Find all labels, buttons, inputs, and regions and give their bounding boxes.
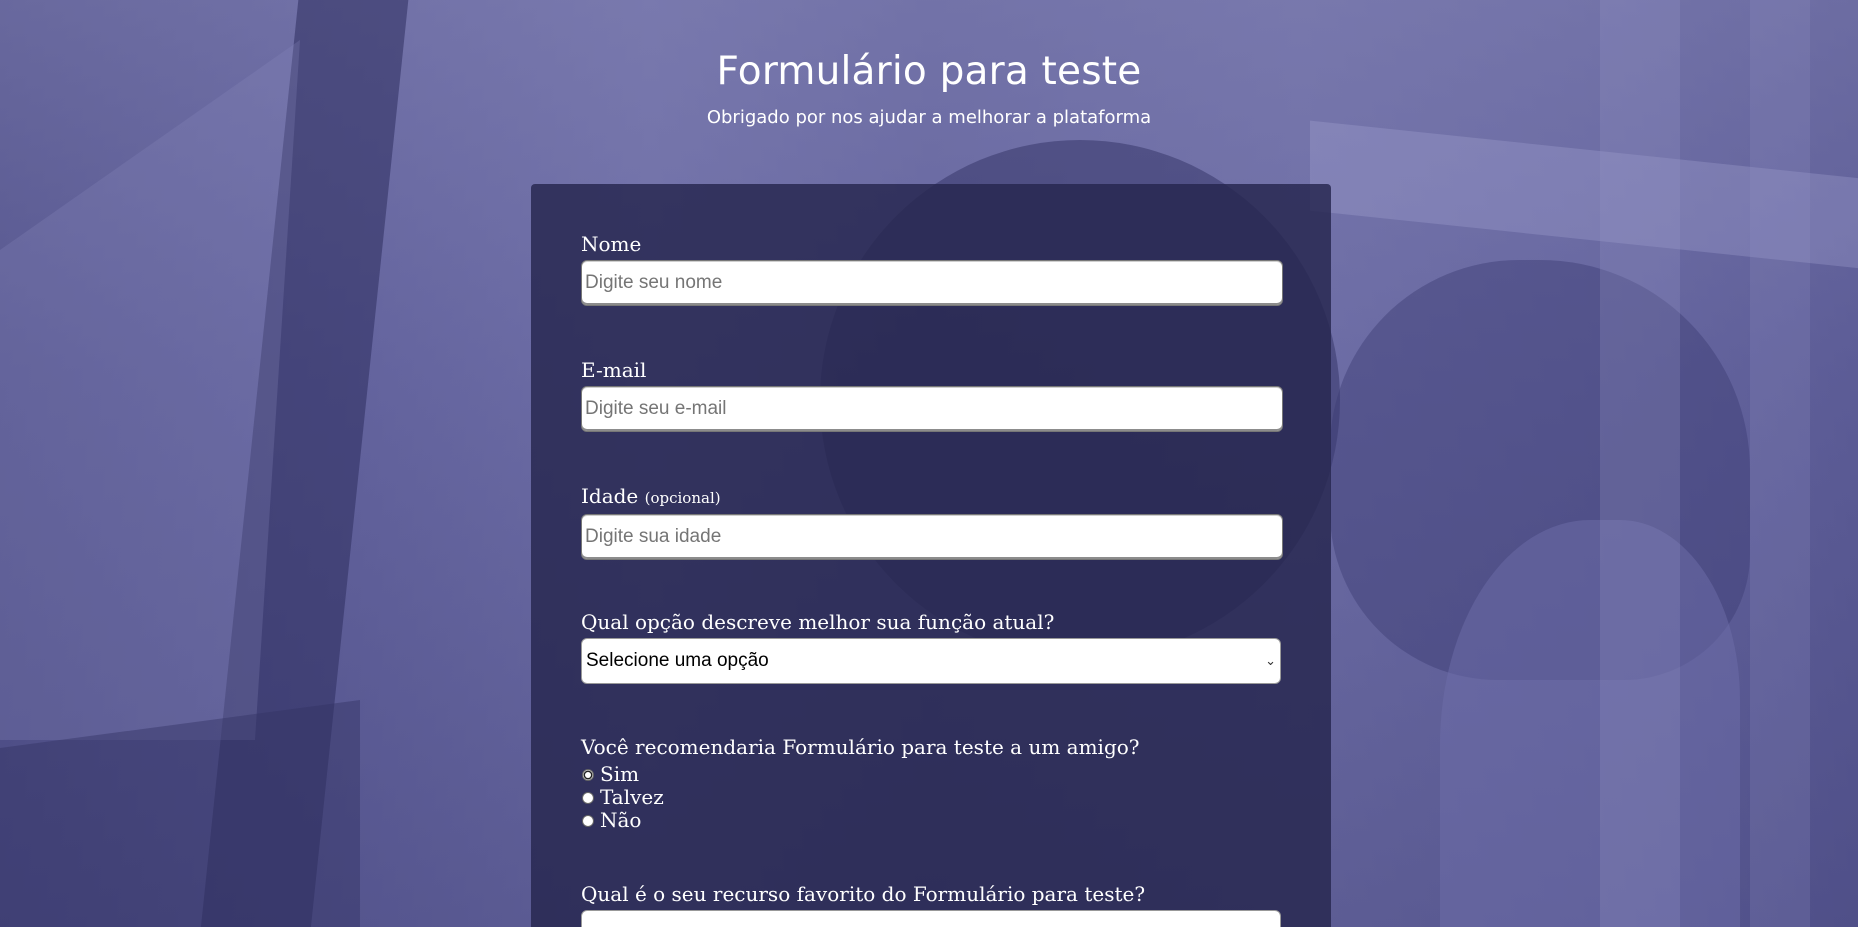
radio-button-sim[interactable]	[582, 768, 594, 781]
recommend-label: Você recomendaria Formulário para teste …	[581, 735, 1140, 759]
radio-option-talvez[interactable]: Talvez	[581, 786, 1285, 809]
age-field-group: Idade (opcional)	[581, 484, 1285, 560]
chevron-down-icon: ⌄	[1265, 653, 1276, 668]
page-subtitle: Obrigado por nos ajudar a melhorar a pla…	[706, 107, 1152, 128]
radio-option-nao[interactable]: Não	[581, 809, 1285, 832]
favorite-feature-input[interactable]	[581, 910, 1281, 927]
age-input[interactable]	[581, 514, 1283, 560]
survey-form: Nome E-mail Idade (opcional) Qual opção …	[531, 184, 1331, 927]
favorite-feature-field-group: Qual é o seu recurso favorito do Formulá…	[581, 882, 1285, 927]
radio-label-talvez: Talvez	[600, 785, 664, 809]
email-label: E-mail	[581, 358, 647, 382]
role-field-group: Qual opção descreve melhor sua função at…	[581, 610, 1285, 684]
role-select[interactable]: Selecione uma opção ⌄	[581, 638, 1281, 684]
email-field-group: E-mail	[581, 358, 1285, 432]
name-field-group: Nome	[581, 232, 1285, 306]
email-input[interactable]	[581, 386, 1283, 432]
radio-label-sim: Sim	[600, 762, 640, 786]
age-label: Idade (opcional)	[581, 484, 1285, 510]
radio-label-nao: Não	[600, 808, 642, 832]
page-header: Formulário para teste Obrigado por nos a…	[0, 46, 1858, 130]
radio-button-nao[interactable]	[582, 814, 594, 827]
favorite-feature-label: Qual é o seu recurso favorito do Formulá…	[581, 882, 1146, 906]
name-label: Nome	[581, 232, 642, 256]
recommend-radio-group: Sim Talvez Não	[581, 763, 1285, 832]
recommend-field-group: Você recomendaria Formulário para teste …	[581, 735, 1285, 832]
radio-option-sim[interactable]: Sim	[581, 763, 1285, 786]
page-title: Formulário para teste	[716, 49, 1142, 94]
name-input[interactable]	[581, 260, 1283, 306]
age-label-text: Idade	[581, 484, 639, 508]
role-select-value: Selecione uma opção	[586, 650, 769, 671]
radio-button-talvez[interactable]	[582, 791, 594, 804]
age-optional-hint: (opcional)	[644, 489, 721, 507]
role-label: Qual opção descreve melhor sua função at…	[581, 610, 1055, 634]
